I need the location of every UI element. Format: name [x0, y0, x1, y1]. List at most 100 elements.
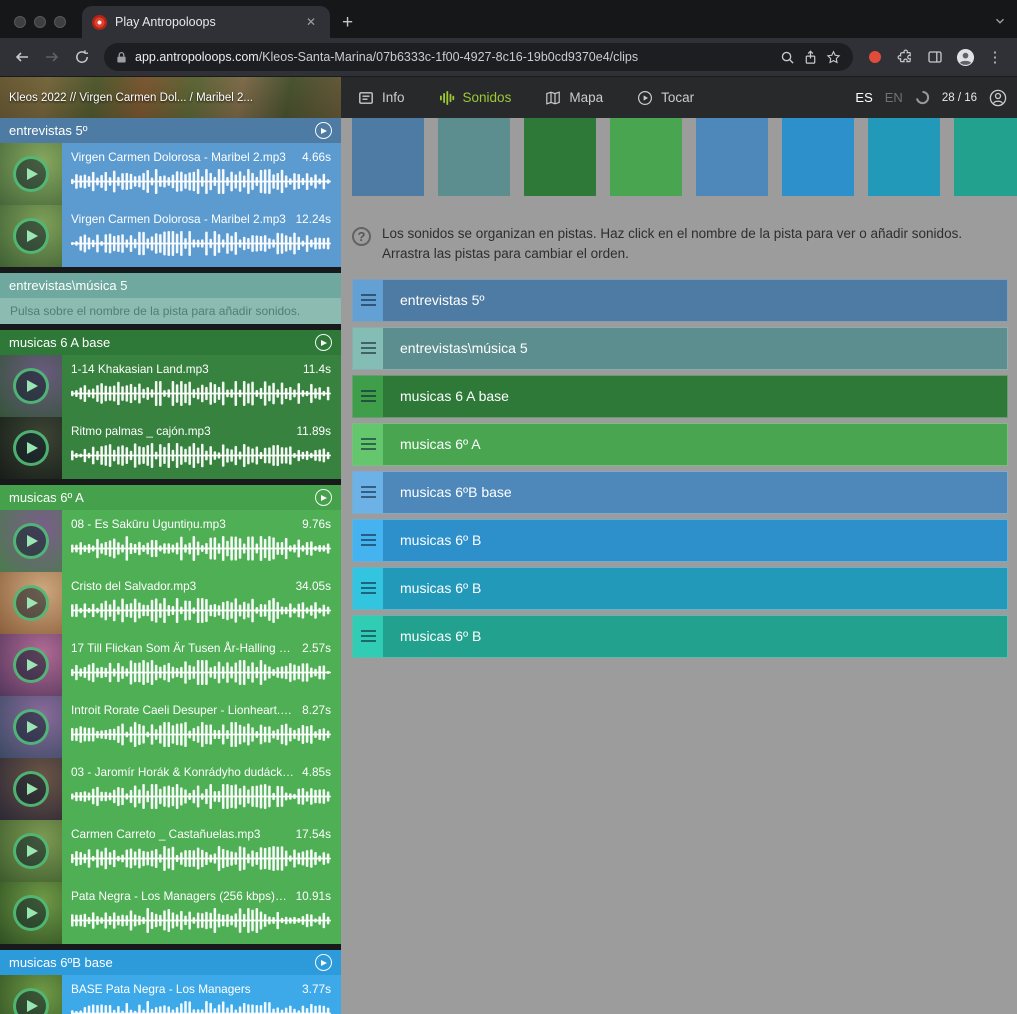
track-swatch[interactable]: [610, 118, 682, 196]
track-section-header[interactable]: entrevistas\música 5: [0, 273, 341, 298]
track-row[interactable]: musicas 6º B: [352, 615, 1008, 658]
profile-avatar[interactable]: [951, 43, 979, 71]
track-row[interactable]: entrevistas\música 5: [352, 327, 1008, 370]
track-section: musicas 6º A08 - Es Sakūru Uguntiņu.mp39…: [0, 485, 341, 944]
track-swatch[interactable]: [524, 118, 596, 196]
header-right: ES EN 28 / 16: [855, 77, 1017, 118]
traffic-lights: [14, 16, 66, 28]
track-swatch[interactable]: [868, 118, 940, 196]
tab-search-chevron-icon[interactable]: [993, 14, 1007, 28]
clip-body: Introit Rorate Caeli Desuper - Lionheart…: [62, 696, 341, 758]
clip-row[interactable]: Carmen Carreto _ Castañuelas.mp317.54s: [0, 820, 341, 882]
minimize-window-button[interactable]: [34, 16, 46, 28]
account-icon[interactable]: [989, 89, 1007, 107]
play-track-button[interactable]: [315, 334, 332, 351]
clip-row[interactable]: Cristo del Salvador.mp334.05s: [0, 572, 341, 634]
tab-close-icon[interactable]: ✕: [302, 13, 320, 31]
drag-handle[interactable]: [353, 520, 383, 561]
play-track-button[interactable]: [315, 122, 332, 139]
track-section-header[interactable]: musicas 6 A base: [0, 330, 341, 355]
nav-label: Mapa: [569, 90, 603, 105]
track-row[interactable]: musicas 6ºB base: [352, 471, 1008, 514]
track-section: musicas 6ºB baseBASE Pata Negra - Los Ma…: [0, 950, 341, 1014]
clip-row[interactable]: 08 - Es Sakūru Uguntiņu.mp39.76s: [0, 510, 341, 572]
clip-row[interactable]: Pata Negra - Los Managers (256 kbps).mp3…: [0, 882, 341, 944]
play-circle-icon: [637, 90, 653, 106]
address-bar[interactable]: app.antropoloops.com/Kleos-Santa-Marina/…: [104, 43, 853, 71]
clip-play-overlay-icon: [13, 647, 49, 683]
drag-handle[interactable]: [353, 616, 383, 657]
clip-row[interactable]: 17 Till Flickan Som Är Tusen År-Halling …: [0, 634, 341, 696]
clip-waveform: [71, 381, 331, 406]
track-name: musicas 6º B: [383, 520, 481, 561]
drag-handle[interactable]: [353, 280, 383, 321]
bookmark-star-icon[interactable]: [826, 50, 841, 65]
clip-waveform: [71, 846, 331, 871]
track-swatch[interactable]: [782, 118, 854, 196]
clip-name: 17 Till Flickan Som Är Tusen År-Halling …: [71, 641, 294, 655]
clip-name: BASE Pata Negra - Los Managers: [71, 982, 294, 996]
drag-handle[interactable]: [353, 328, 383, 369]
nav-sonidos[interactable]: Sonidos: [422, 77, 529, 118]
drag-handle[interactable]: [353, 472, 383, 513]
clip-play-overlay-icon: [13, 430, 49, 466]
track-section-header[interactable]: musicas 6º A: [0, 485, 341, 510]
drag-handle-icon: [361, 486, 376, 498]
recorder-extension-icon[interactable]: [861, 43, 889, 71]
tab-favicon-icon: [92, 15, 107, 30]
side-panel-icon[interactable]: [921, 43, 949, 71]
clip-row[interactable]: 03 - Jaromír Horák & Konrádyho dudácká .…: [0, 758, 341, 820]
clip-row[interactable]: BASE Pata Negra - Los Managers3.77s: [0, 975, 341, 1014]
clip-waveform: [71, 598, 331, 623]
track-row[interactable]: entrevistas 5º: [352, 279, 1008, 322]
clip-row[interactable]: Ritmo palmas _ cajón.mp311.89s: [0, 417, 341, 479]
track-swatch[interactable]: [954, 118, 1017, 196]
track-row[interactable]: musicas 6º A: [352, 423, 1008, 466]
drag-handle[interactable]: [353, 568, 383, 609]
track-row[interactable]: musicas 6º B: [352, 519, 1008, 562]
nav-info[interactable]: Info: [341, 77, 422, 118]
play-track-button[interactable]: [315, 954, 332, 971]
back-button[interactable]: [8, 43, 36, 71]
clip-body: BASE Pata Negra - Los Managers3.77s: [62, 975, 341, 1014]
nav-mapa[interactable]: Mapa: [528, 77, 620, 118]
track-name: musicas 6ºB base: [383, 472, 512, 513]
track-row[interactable]: musicas 6º B: [352, 567, 1008, 610]
zoom-icon[interactable]: [780, 50, 795, 65]
extensions-puzzle-icon[interactable]: [891, 43, 919, 71]
drag-handle[interactable]: [353, 376, 383, 417]
track-swatch[interactable]: [696, 118, 768, 196]
drag-handle-icon: [361, 630, 376, 642]
clip-body: 08 - Es Sakūru Uguntiņu.mp39.76s: [62, 510, 341, 572]
clip-name: 08 - Es Sakūru Uguntiņu.mp3: [71, 517, 294, 531]
forward-button[interactable]: [38, 43, 66, 71]
clip-row[interactable]: 1-14 Khakasian Land.mp311.4s: [0, 355, 341, 417]
clips-counter: 28 / 16: [942, 92, 977, 104]
clip-row[interactable]: Virgen Carmen Dolorosa - Maribel 2.mp312…: [0, 205, 341, 267]
play-track-button[interactable]: [315, 489, 332, 506]
lang-es-button[interactable]: ES: [855, 90, 872, 105]
track-section-header[interactable]: musicas 6ºB base: [0, 950, 341, 975]
zoom-window-button[interactable]: [54, 16, 66, 28]
clip-play-overlay-icon: [13, 218, 49, 254]
clip-row[interactable]: Introit Rorate Caeli Desuper - Lionheart…: [0, 696, 341, 758]
track-empty-hint: Pulsa sobre el nombre de la pista para a…: [0, 298, 341, 324]
track-swatch[interactable]: [352, 118, 424, 196]
track-section-header[interactable]: entrevistas 5º: [0, 118, 341, 143]
clip-body: Virgen Carmen Dolorosa - Maribel 2.mp34.…: [62, 143, 341, 205]
clip-duration: 8.27s: [302, 703, 331, 717]
share-icon[interactable]: [803, 50, 818, 65]
reload-button[interactable]: [68, 43, 96, 71]
track-swatch[interactable]: [438, 118, 510, 196]
new-tab-button[interactable]: +: [342, 13, 353, 32]
nav-tocar[interactable]: Tocar: [620, 77, 711, 118]
clip-play-overlay-icon: [13, 833, 49, 869]
browser-tab[interactable]: Play Antropoloops ✕: [82, 6, 330, 38]
close-window-button[interactable]: [14, 16, 26, 28]
clip-row[interactable]: Virgen Carmen Dolorosa - Maribel 2.mp34.…: [0, 143, 341, 205]
lang-en-button[interactable]: EN: [885, 90, 903, 105]
drag-handle[interactable]: [353, 424, 383, 465]
menu-kebab-icon[interactable]: ⋮: [981, 43, 1009, 71]
clip-thumbnail: [0, 882, 62, 944]
track-row[interactable]: musicas 6 A base: [352, 375, 1008, 418]
